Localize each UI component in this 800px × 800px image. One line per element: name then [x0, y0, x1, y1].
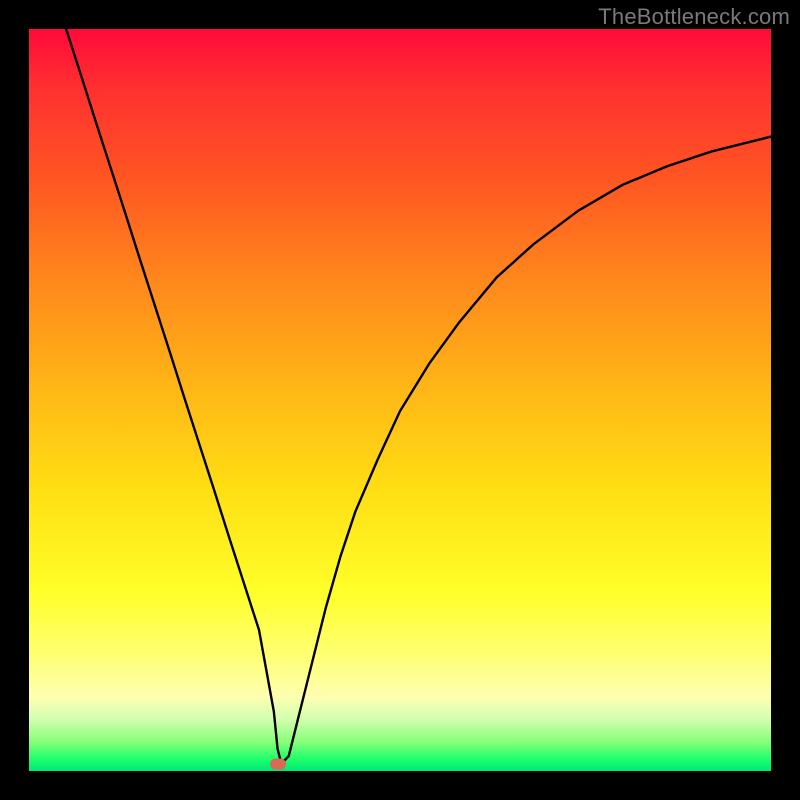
curve-svg — [29, 29, 771, 771]
plot-area — [29, 29, 771, 771]
chart-frame: TheBottleneck.com — [0, 0, 800, 800]
bottleneck-curve — [66, 29, 771, 764]
optimal-point-marker — [270, 758, 286, 769]
watermark-text: TheBottleneck.com — [598, 4, 790, 30]
